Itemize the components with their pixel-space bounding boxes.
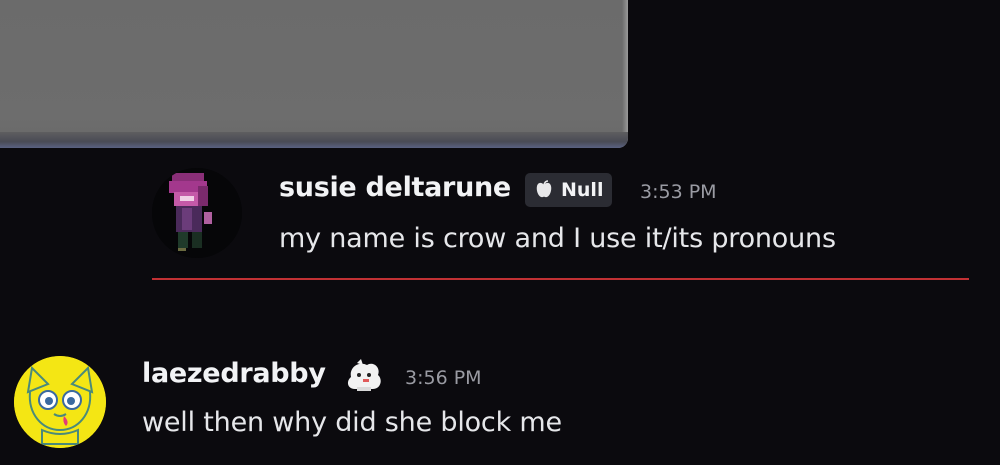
message-text: my name is crow and I use it/its pronoun… bbox=[279, 223, 836, 254]
avatar[interactable] bbox=[14, 356, 106, 448]
apple-icon bbox=[536, 180, 552, 198]
username[interactable]: susie deltarune bbox=[279, 172, 511, 203]
pet-badge-icon[interactable] bbox=[343, 357, 385, 395]
image-edge bbox=[622, 0, 628, 148]
timestamp[interactable]: 3:56 PM bbox=[405, 367, 482, 389]
avatar[interactable] bbox=[152, 168, 242, 258]
message-text: well then why did she block me bbox=[142, 407, 562, 438]
embedded-image[interactable] bbox=[0, 0, 628, 148]
tag-label: Null bbox=[561, 179, 604, 201]
server-tag[interactable]: Null bbox=[525, 173, 613, 207]
username[interactable]: laezedrabby bbox=[142, 358, 326, 389]
new-messages-divider bbox=[152, 278, 969, 280]
avatar-image bbox=[152, 168, 242, 258]
avatar-image bbox=[14, 356, 106, 448]
chat-view: susie deltarune Null 3:53 PM my name is … bbox=[0, 0, 1000, 465]
timestamp[interactable]: 3:53 PM bbox=[640, 181, 717, 203]
image-edge bbox=[0, 132, 628, 148]
